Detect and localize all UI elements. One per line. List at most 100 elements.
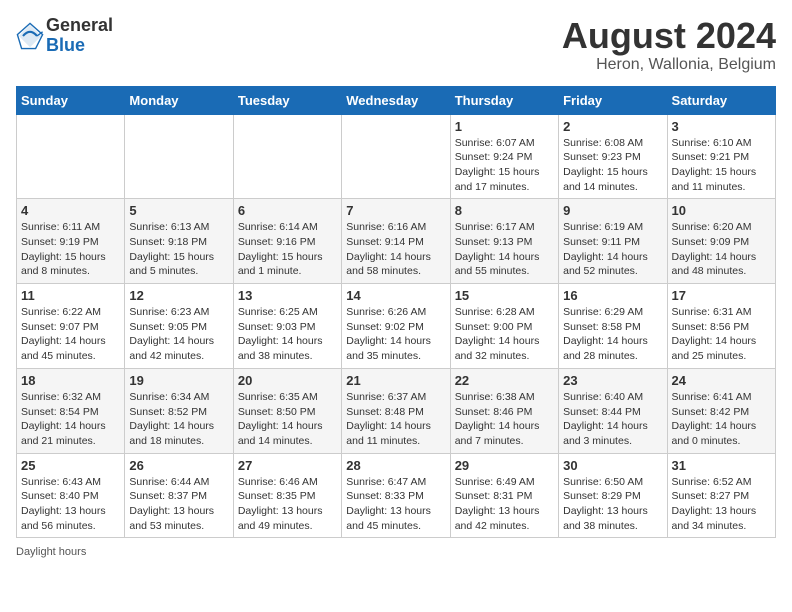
day-number: 17 (672, 288, 771, 303)
logo-icon (16, 22, 44, 50)
day-info: Sunrise: 6:47 AMSunset: 8:33 PMDaylight:… (346, 475, 445, 534)
day-number: 28 (346, 458, 445, 473)
page-subtitle: Heron, Wallonia, Belgium (562, 56, 776, 74)
day-info: Sunrise: 6:31 AMSunset: 8:56 PMDaylight:… (672, 305, 771, 364)
calendar-cell: 6 Sunrise: 6:14 AMSunset: 9:16 PMDaylight… (233, 199, 341, 284)
day-number: 30 (563, 458, 662, 473)
calendar-cell: 8Sunrise: 6:17 AMSunset: 9:13 PMDaylight… (450, 199, 558, 284)
calendar-table: SundayMondayTuesdayWednesdayThursdayFrid… (16, 86, 776, 539)
calendar-cell: 4Sunrise: 6:11 AMSunset: 9:19 PMDaylight… (17, 199, 125, 284)
calendar-cell: 21Sunrise: 6:37 AMSunset: 8:48 PMDayligh… (342, 368, 450, 453)
calendar-footer: Daylight hours (16, 546, 776, 558)
weekday-header: Saturday (667, 86, 775, 114)
day-info: Sunrise: 6:19 AMSunset: 9:11 PMDaylight:… (563, 220, 662, 279)
day-info: Sunrise: 6:29 AMSunset: 8:58 PMDaylight:… (563, 305, 662, 364)
day-number: 19 (129, 373, 228, 388)
calendar-cell: 20 Sunrise: 6:35 AMSunset: 8:50 PMDayligh… (233, 368, 341, 453)
day-info: Sunrise: 6:41 AMSunset: 8:42 PMDaylight:… (672, 390, 771, 449)
calendar-cell (125, 114, 233, 199)
day-info: Sunrise: 6:44 AMSunset: 8:37 PMDaylight:… (129, 475, 228, 534)
day-number: 9 (563, 203, 662, 218)
logo-general: General (46, 15, 113, 35)
calendar-cell (17, 114, 125, 199)
day-number: 13 (238, 288, 337, 303)
calendar-cell: 16 Sunrise: 6:29 AMSunset: 8:58 PMDayligh… (559, 284, 667, 369)
calendar-week-row: 1Sunrise: 6:07 AMSunset: 9:24 PMDaylight… (17, 114, 776, 199)
day-number: 16 (563, 288, 662, 303)
weekday-header: Tuesday (233, 86, 341, 114)
day-info: Sunrise: 6:49 AMSunset: 8:31 PMDaylight:… (455, 475, 554, 534)
day-number: 1 (455, 119, 554, 134)
day-info: Sunrise: 6:11 AMSunset: 9:19 PMDaylight:… (21, 220, 120, 279)
calendar-cell: 9 Sunrise: 6:19 AMSunset: 9:11 PMDaylight… (559, 199, 667, 284)
calendar-cell: 13Sunrise: 6:25 AMSunset: 9:03 PMDayligh… (233, 284, 341, 369)
day-info: Sunrise: 6:35 AMSunset: 8:50 PMDaylight:… (238, 390, 337, 449)
day-number: 15 (455, 288, 554, 303)
day-info: Sunrise: 6:23 AMSunset: 9:05 PMDaylight:… (129, 305, 228, 364)
page-header: General Blue August 2024 Heron, Wallonia… (16, 16, 776, 74)
day-number: 2 (563, 119, 662, 134)
weekday-header: Sunday (17, 86, 125, 114)
calendar-cell: 2 Sunrise: 6:08 AMSunset: 9:23 PMDaylight… (559, 114, 667, 199)
calendar-cell: 17 Sunrise: 6:31 AMSunset: 8:56 PMDayligh… (667, 284, 775, 369)
day-info: Sunrise: 6:43 AMSunset: 8:40 PMDaylight:… (21, 475, 120, 534)
title-area: August 2024 Heron, Wallonia, Belgium (562, 16, 776, 74)
calendar-cell: 23Sunrise: 6:40 AMSunset: 8:44 PMDayligh… (559, 368, 667, 453)
calendar-cell: 5 Sunrise: 6:13 AMSunset: 9:18 PMDaylight… (125, 199, 233, 284)
day-info: Sunrise: 6:28 AMSunset: 9:00 PMDaylight:… (455, 305, 554, 364)
day-info: Sunrise: 6:13 AMSunset: 9:18 PMDaylight:… (129, 220, 228, 279)
calendar-body: 1Sunrise: 6:07 AMSunset: 9:24 PMDaylight… (17, 114, 776, 538)
day-number: 10 (672, 203, 771, 218)
day-info: Sunrise: 6:32 AMSunset: 8:54 PMDaylight:… (21, 390, 120, 449)
calendar-cell: 22Sunrise: 6:38 AMSunset: 8:46 PMDayligh… (450, 368, 558, 453)
day-number: 18 (21, 373, 120, 388)
day-info: Sunrise: 6:40 AMSunset: 8:44 PMDaylight:… (563, 390, 662, 449)
day-number: 7 (346, 203, 445, 218)
calendar-cell: 19Sunrise: 6:34 AMSunset: 8:52 PMDayligh… (125, 368, 233, 453)
day-info: Sunrise: 6:38 AMSunset: 8:46 PMDaylight:… (455, 390, 554, 449)
day-number: 20 (238, 373, 337, 388)
day-info: Sunrise: 6:46 AMSunset: 8:35 PMDaylight:… (238, 475, 337, 534)
day-number: 11 (21, 288, 120, 303)
calendar-cell: 24 Sunrise: 6:41 AMSunset: 8:42 PMDayligh… (667, 368, 775, 453)
day-number: 31 (672, 458, 771, 473)
daylight-label: Daylight hours (16, 546, 86, 558)
calendar-week-row: 18 Sunrise: 6:32 AMSunset: 8:54 PMDayligh… (17, 368, 776, 453)
calendar-cell: 14Sunrise: 6:26 AMSunset: 9:02 PMDayligh… (342, 284, 450, 369)
calendar-cell: 26Sunrise: 6:44 AMSunset: 8:37 PMDayligh… (125, 453, 233, 538)
calendar-cell (342, 114, 450, 199)
calendar-cell: 29 Sunrise: 6:49 AMSunset: 8:31 PMDayligh… (450, 453, 558, 538)
calendar-cell: 31 Sunrise: 6:52 AMSunset: 8:27 PMDayligh… (667, 453, 775, 538)
weekday-row: SundayMondayTuesdayWednesdayThursdayFrid… (17, 86, 776, 114)
calendar-cell: 10 Sunrise: 6:20 AMSunset: 9:09 PMDayligh… (667, 199, 775, 284)
calendar-cell: 12Sunrise: 6:23 AMSunset: 9:05 PMDayligh… (125, 284, 233, 369)
day-info: Sunrise: 6:20 AMSunset: 9:09 PMDaylight:… (672, 220, 771, 279)
calendar-cell: 18 Sunrise: 6:32 AMSunset: 8:54 PMDayligh… (17, 368, 125, 453)
weekday-header: Wednesday (342, 86, 450, 114)
calendar-cell: 11Sunrise: 6:22 AMSunset: 9:07 PMDayligh… (17, 284, 125, 369)
calendar-cell: 30Sunrise: 6:50 AMSunset: 8:29 PMDayligh… (559, 453, 667, 538)
day-number: 5 (129, 203, 228, 218)
calendar-cell: 27 Sunrise: 6:46 AMSunset: 8:35 PMDayligh… (233, 453, 341, 538)
weekday-header: Thursday (450, 86, 558, 114)
day-info: Sunrise: 6:37 AMSunset: 8:48 PMDaylight:… (346, 390, 445, 449)
day-info: Sunrise: 6:14 AMSunset: 9:16 PMDaylight:… (238, 220, 337, 279)
logo-blue: Blue (46, 35, 85, 55)
day-number: 29 (455, 458, 554, 473)
day-info: Sunrise: 6:08 AMSunset: 9:23 PMDaylight:… (563, 136, 662, 195)
logo-text: General Blue (46, 16, 113, 56)
day-info: Sunrise: 6:52 AMSunset: 8:27 PMDaylight:… (672, 475, 771, 534)
day-number: 27 (238, 458, 337, 473)
calendar-week-row: 11Sunrise: 6:22 AMSunset: 9:07 PMDayligh… (17, 284, 776, 369)
day-number: 6 (238, 203, 337, 218)
day-info: Sunrise: 6:10 AMSunset: 9:21 PMDaylight:… (672, 136, 771, 195)
calendar-cell: 3 Sunrise: 6:10 AMSunset: 9:21 PMDaylight… (667, 114, 775, 199)
weekday-header: Monday (125, 86, 233, 114)
calendar-cell (233, 114, 341, 199)
weekday-header: Friday (559, 86, 667, 114)
day-info: Sunrise: 6:26 AMSunset: 9:02 PMDaylight:… (346, 305, 445, 364)
day-number: 24 (672, 373, 771, 388)
calendar-cell: 25Sunrise: 6:43 AMSunset: 8:40 PMDayligh… (17, 453, 125, 538)
day-number: 3 (672, 119, 771, 134)
calendar-week-row: 4Sunrise: 6:11 AMSunset: 9:19 PMDaylight… (17, 199, 776, 284)
